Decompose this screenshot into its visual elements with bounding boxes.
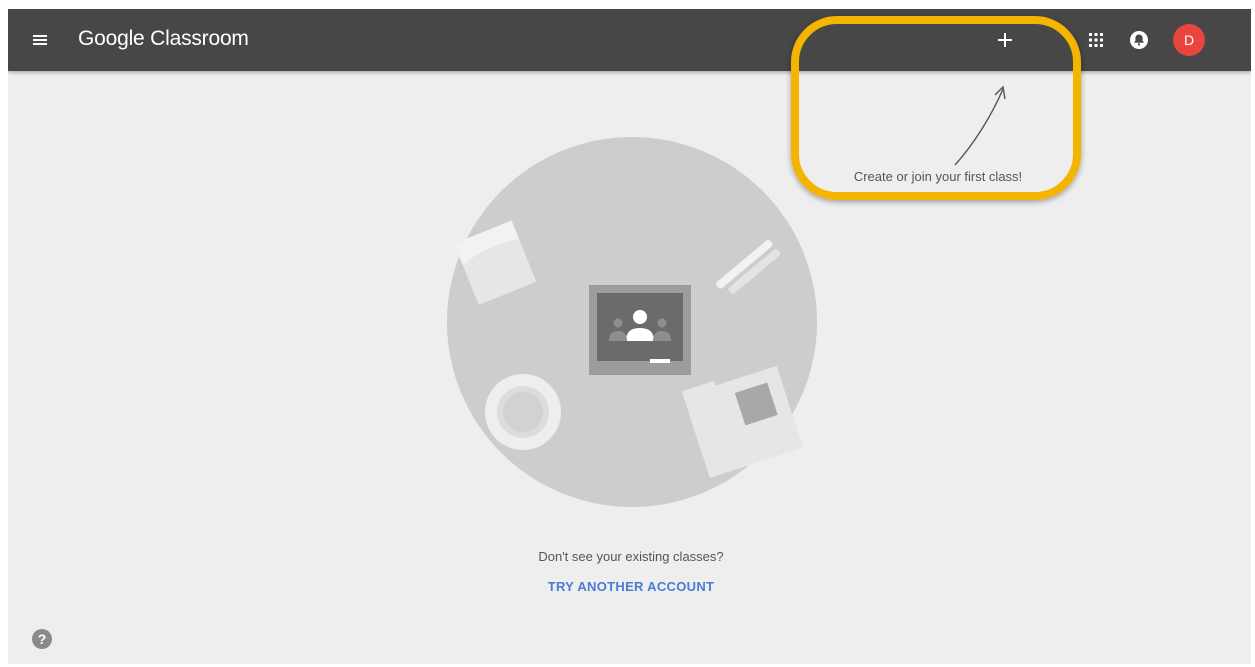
classroom-illustration: [447, 137, 817, 507]
google-apps-button[interactable]: [1086, 30, 1106, 50]
help-icon: ?: [37, 631, 47, 647]
classroom-app: Google Classroom D Create or join your f…: [8, 9, 1251, 664]
notifications-button[interactable]: [1128, 29, 1150, 51]
bell-icon: [1130, 31, 1148, 49]
account-avatar[interactable]: D: [1173, 24, 1205, 56]
missing-classes-prompt: Don't see your existing classes?: [538, 549, 724, 564]
app-title[interactable]: Google Classroom: [78, 27, 249, 51]
apps-grid-icon: [1089, 33, 1103, 47]
brand-google: Google: [78, 27, 145, 50]
try-another-account-link[interactable]: TRY ANOTHER ACCOUNT: [481, 579, 781, 594]
main-menu-button[interactable]: [28, 28, 52, 52]
help-button[interactable]: ?: [32, 629, 52, 649]
hamburger-menu-icon: [33, 35, 47, 45]
create-join-hint: Create or join your first class!: [853, 169, 1023, 184]
arrow-icon: [954, 85, 1006, 166]
brand-product: Classroom: [150, 27, 249, 50]
